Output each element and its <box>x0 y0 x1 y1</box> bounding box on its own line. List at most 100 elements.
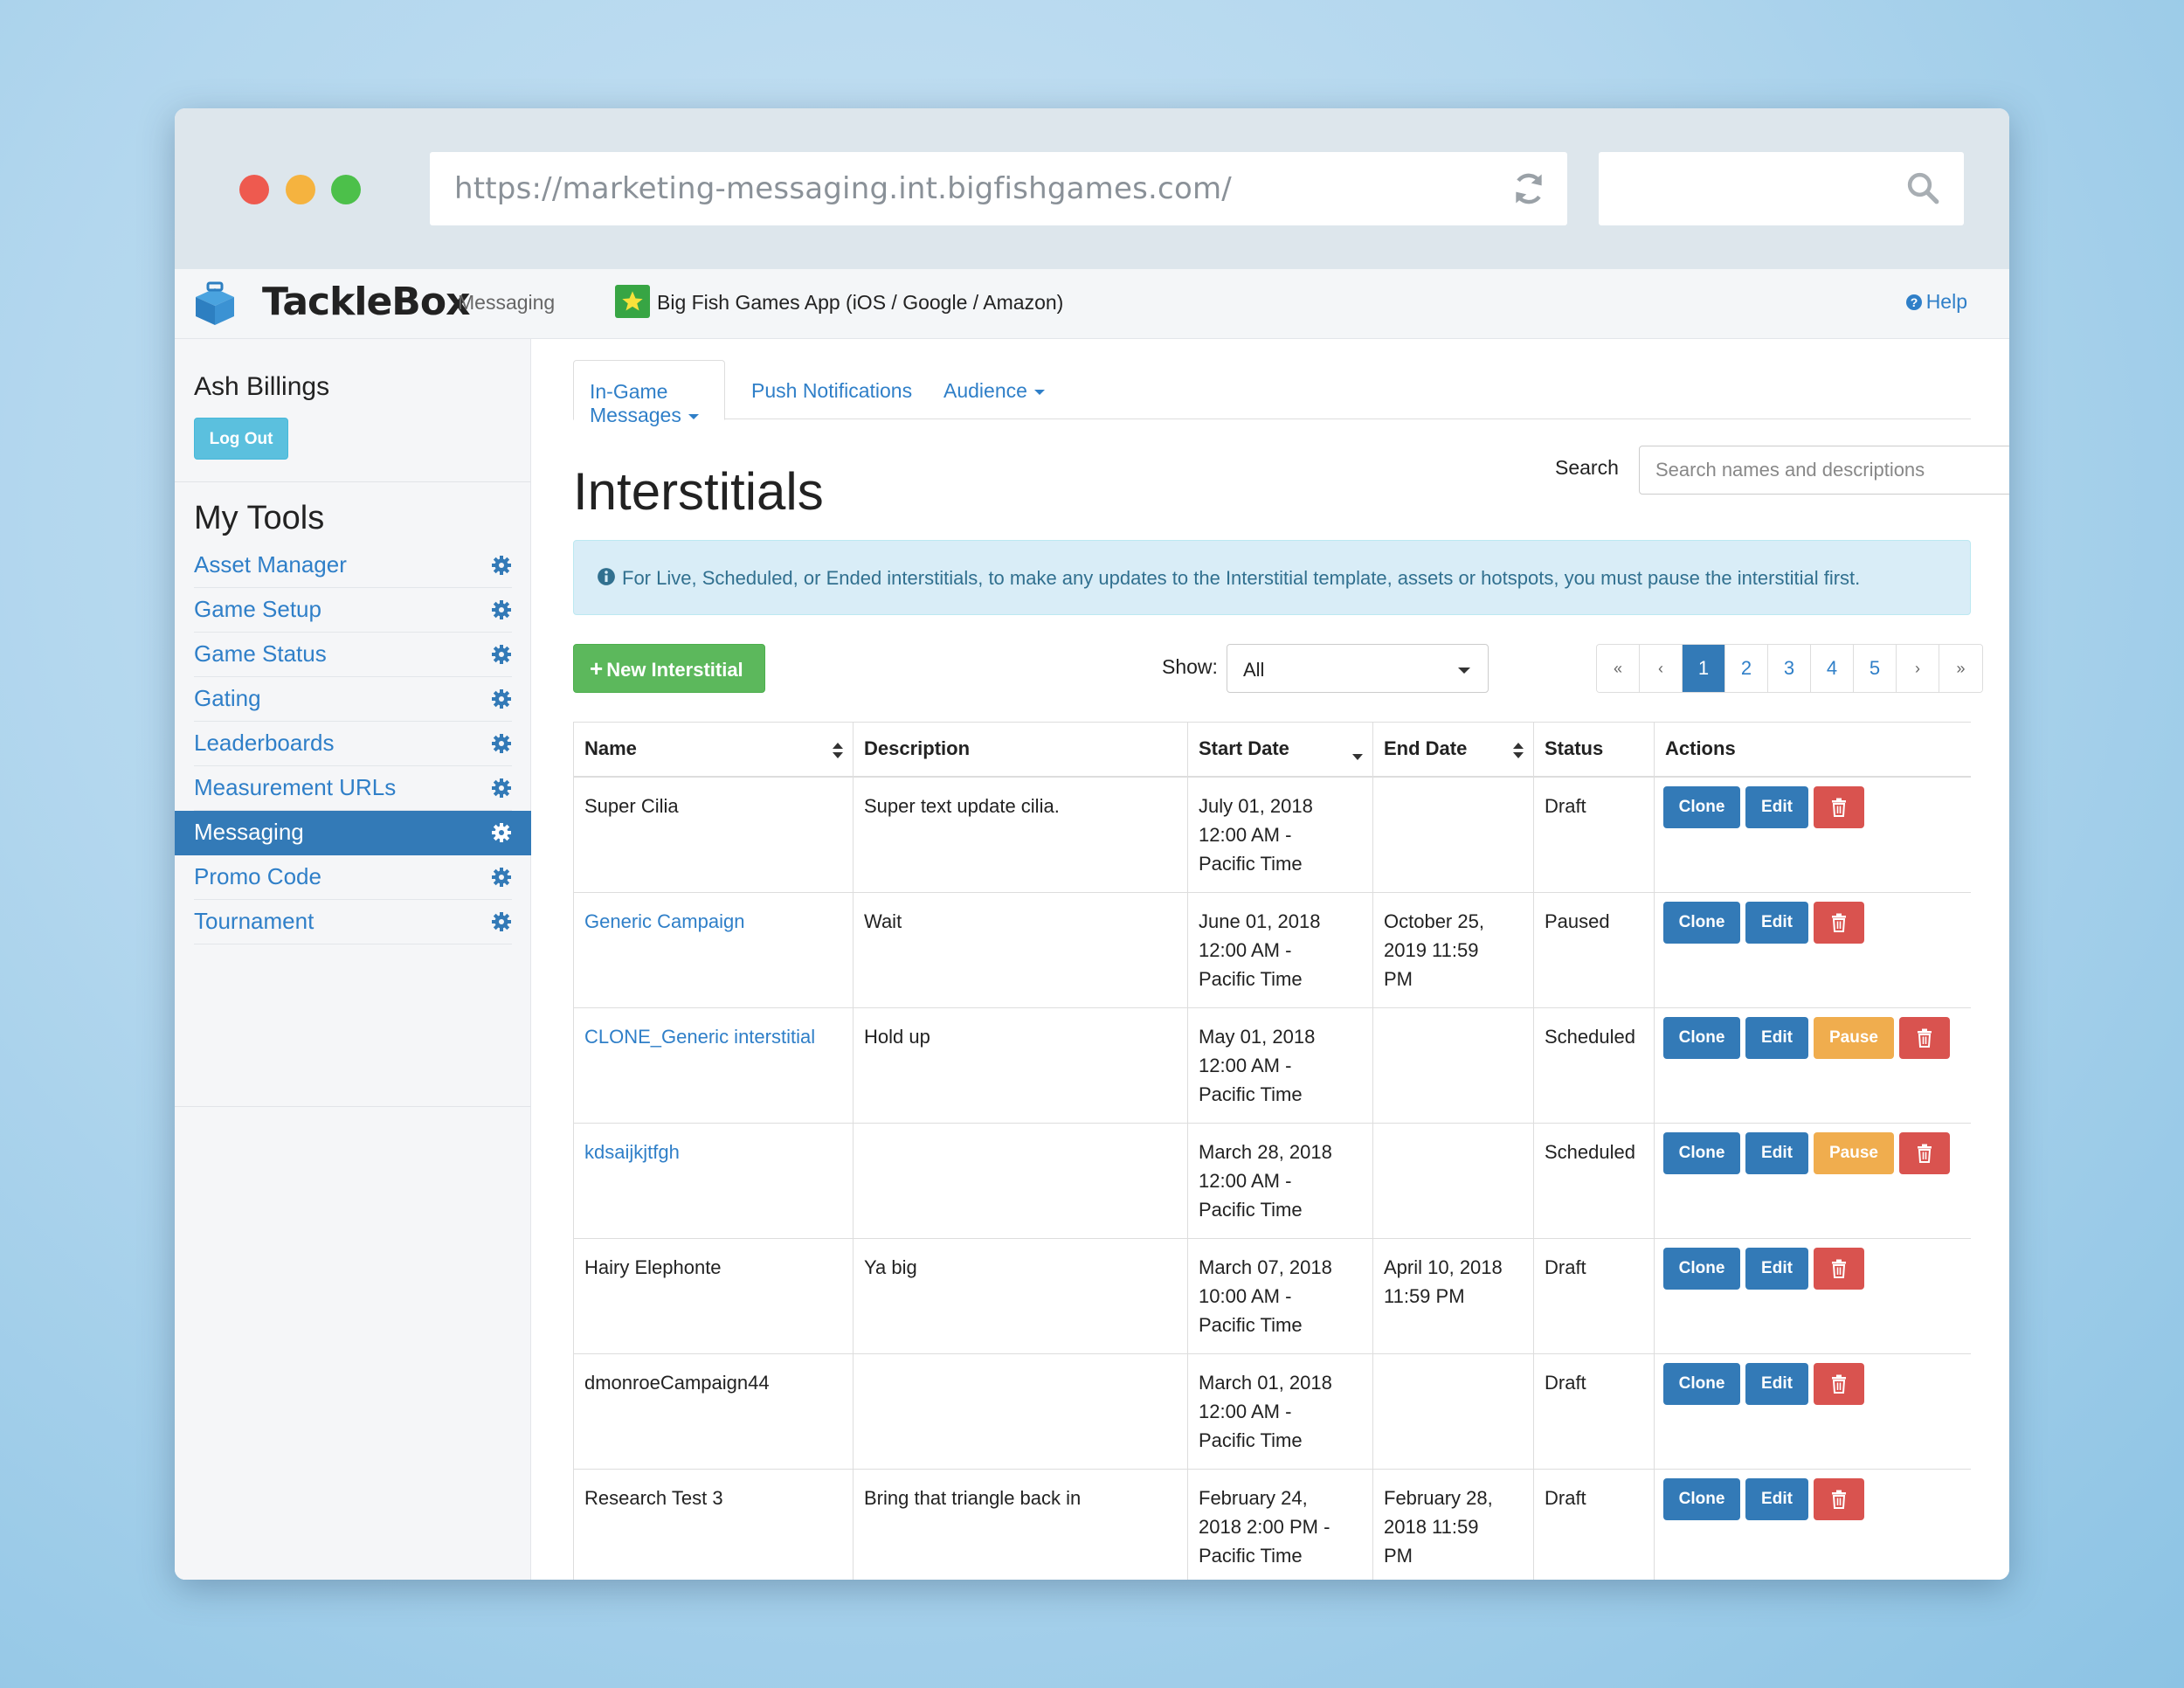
sidebar-item-game-status[interactable]: Game Status <box>194 633 512 677</box>
tab-in-game-messages[interactable]: In-Game Messages <box>573 360 725 426</box>
gear-icon[interactable] <box>491 688 512 709</box>
sidebar-item-messaging[interactable]: Messaging <box>175 811 531 855</box>
address-url[interactable]: https://marketing-messaging.int.bigfishg… <box>454 171 1232 206</box>
delete-button[interactable] <box>1814 1247 1864 1290</box>
logout-button[interactable]: Log Out <box>194 418 288 460</box>
show-filter-value: All <box>1243 659 1265 681</box>
clone-button[interactable]: Clone <box>1663 785 1740 828</box>
delete-button[interactable] <box>1899 1131 1950 1174</box>
column-label: End Date <box>1384 737 1468 759</box>
sidebar-item-leaderboards[interactable]: Leaderboards <box>194 722 512 766</box>
interstitial-name-link[interactable]: kdsaijkjtfgh <box>584 1141 680 1163</box>
gear-icon[interactable] <box>491 778 512 799</box>
cell-status: Draft <box>1533 1468 1655 1580</box>
app-selector[interactable]: Big Fish Games App (iOS / Google / Amazo… <box>657 291 1063 315</box>
page-first-button[interactable]: « <box>1597 645 1640 692</box>
cell-status: Scheduled <box>1533 1122 1655 1239</box>
tacklebox-logo-icon[interactable] <box>189 281 241 329</box>
question-circle-icon: ? <box>1905 294 1922 310</box>
clone-button[interactable]: Clone <box>1663 1247 1740 1290</box>
tab-audience[interactable]: Audience <box>931 360 1071 419</box>
gear-icon[interactable] <box>491 733 512 754</box>
help-link[interactable]: ? Help <box>1905 290 1967 314</box>
browser-search-box[interactable] <box>1599 152 1964 225</box>
sidebar-item-gating[interactable]: Gating <box>194 677 512 722</box>
page-button-5[interactable]: 5 <box>1854 645 1897 692</box>
address-bar[interactable]: https://marketing-messaging.int.bigfishg… <box>430 152 1567 225</box>
search-label: Search <box>1555 456 1619 479</box>
page-button-2[interactable]: 2 <box>1725 645 1768 692</box>
clone-button[interactable]: Clone <box>1663 1131 1740 1174</box>
sidebar-item-game-setup[interactable]: Game Setup <box>194 588 512 633</box>
delete-button[interactable] <box>1814 901 1864 944</box>
tab-push-notifications[interactable]: Push Notifications <box>725 360 931 419</box>
page-next-button[interactable]: › <box>1897 645 1939 692</box>
delete-button[interactable] <box>1899 1016 1950 1059</box>
column-header-end-date[interactable]: End Date <box>1372 722 1534 778</box>
sidebar-item-label: Tournament <box>194 908 314 934</box>
interstitial-name-link[interactable]: Generic Campaign <box>584 910 744 932</box>
page-prev-button[interactable]: ‹ <box>1640 645 1683 692</box>
cell-end-date <box>1372 776 1534 893</box>
page-button-1[interactable]: 1 <box>1683 645 1725 692</box>
tools-title: My Tools <box>194 500 325 536</box>
tab-label: Push Notifications <box>751 379 913 402</box>
edit-button[interactable]: Edit <box>1745 1016 1808 1059</box>
sidebar-item-tournament[interactable]: Tournament <box>194 900 512 944</box>
cell-name: Generic Campaign <box>573 891 854 1008</box>
sidebar-item-promo-code[interactable]: Promo Code <box>194 855 512 900</box>
sort-icon[interactable] <box>832 742 844 759</box>
page-button-3[interactable]: 3 <box>1768 645 1811 692</box>
interstitial-name-link[interactable]: CLONE_Generic interstitial <box>584 1026 815 1048</box>
reload-icon[interactable] <box>1510 169 1548 208</box>
gear-icon[interactable] <box>491 867 512 888</box>
gear-icon[interactable] <box>491 599 512 620</box>
sidebar-item-asset-manager[interactable]: Asset Manager <box>194 543 512 588</box>
new-interstitial-button[interactable]: + New Interstitial <box>573 644 765 693</box>
nav-section-messaging[interactable]: Messaging <box>458 291 555 315</box>
cell-actions: Clone Edit <box>1654 1237 1971 1354</box>
clone-button[interactable]: Clone <box>1663 1016 1740 1059</box>
edit-button[interactable]: Edit <box>1745 901 1808 944</box>
edit-button[interactable]: Edit <box>1745 1131 1808 1174</box>
sidebar-item-measurement-urls[interactable]: Measurement URLs <box>194 766 512 811</box>
search-input[interactable] <box>1639 446 2009 495</box>
edit-button[interactable]: Edit <box>1745 785 1808 828</box>
minimize-window-button[interactable] <box>286 175 315 204</box>
search-icon[interactable] <box>1904 169 1941 206</box>
cell-start-date: March 07, 2018 10:00 AM - Pacific Time <box>1187 1237 1373 1354</box>
sort-desc-icon[interactable] <box>1351 745 1364 763</box>
table-row: Research Test 3 Bring that triangle back … <box>573 1468 1971 1580</box>
page-button-4[interactable]: 4 <box>1811 645 1854 692</box>
maximize-window-button[interactable] <box>331 175 361 204</box>
edit-button[interactable]: Edit <box>1745 1477 1808 1520</box>
column-label: Start Date <box>1199 737 1289 759</box>
gear-icon[interactable] <box>491 822 512 843</box>
gear-icon[interactable] <box>491 911 512 932</box>
show-label: Show: <box>1162 655 1218 678</box>
pause-button[interactable]: Pause <box>1814 1016 1894 1059</box>
gear-icon[interactable] <box>491 644 512 665</box>
close-window-button[interactable] <box>239 175 269 204</box>
delete-button[interactable] <box>1814 785 1864 828</box>
page-last-button[interactable]: » <box>1939 645 1982 692</box>
column-header-start-date[interactable]: Start Date <box>1187 722 1373 778</box>
gear-icon[interactable] <box>491 555 512 576</box>
cell-status: Draft <box>1533 1352 1655 1470</box>
edit-button[interactable]: Edit <box>1745 1247 1808 1290</box>
info-alert: For Live, Scheduled, or Ended interstiti… <box>573 540 1971 615</box>
logo-text[interactable]: TackleBox <box>262 280 470 324</box>
delete-button[interactable] <box>1814 1362 1864 1405</box>
sort-icon[interactable] <box>1512 742 1524 759</box>
clone-button[interactable]: Clone <box>1663 1362 1740 1405</box>
page-title: Interstitials <box>573 462 824 521</box>
clone-button[interactable]: Clone <box>1663 1477 1740 1520</box>
delete-button[interactable] <box>1814 1477 1864 1520</box>
pause-button[interactable]: Pause <box>1814 1131 1894 1174</box>
clone-button[interactable]: Clone <box>1663 901 1740 944</box>
column-label: Name <box>584 737 637 759</box>
show-filter-select[interactable]: All <box>1227 644 1489 693</box>
trash-icon <box>1832 1374 1846 1394</box>
edit-button[interactable]: Edit <box>1745 1362 1808 1405</box>
column-header-name[interactable]: Name <box>573 722 854 778</box>
